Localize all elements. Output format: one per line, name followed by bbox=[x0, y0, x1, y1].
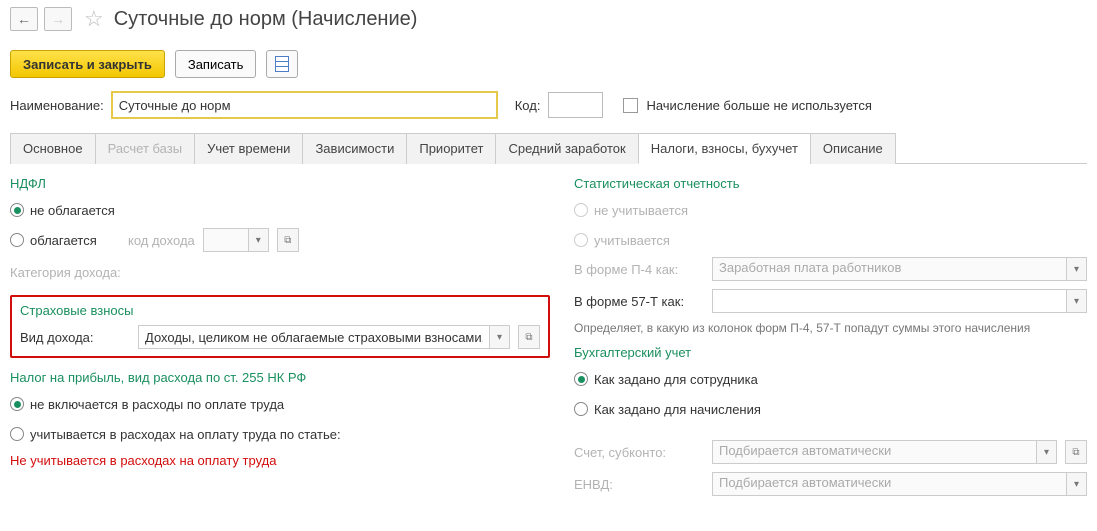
income-kind-field[interactable]: ▾ bbox=[138, 325, 510, 349]
t57-field[interactable]: ▾ bbox=[712, 289, 1087, 313]
tab-3[interactable]: Зависимости bbox=[302, 133, 407, 164]
stats-opt-not-counted: не учитывается bbox=[574, 203, 688, 218]
radio-label: не облагается bbox=[30, 203, 115, 218]
radio-label: учитывается в расходах на оплату труда п… bbox=[30, 427, 341, 442]
tab-2[interactable]: Учет времени bbox=[194, 133, 303, 164]
chevron-down-icon: ▾ bbox=[248, 229, 268, 251]
open-icon: ⧉ bbox=[1066, 441, 1086, 463]
stats-opt-counted: учитывается bbox=[574, 233, 684, 248]
envd-label: ЕНВД: bbox=[574, 477, 704, 492]
profit-tax-title: Налог на прибыль, вид расхода по ст. 255… bbox=[10, 370, 550, 385]
profit-opt2[interactable]: учитывается в расходах на оплату труда п… bbox=[10, 427, 341, 442]
radio-icon bbox=[10, 427, 24, 441]
tab-5[interactable]: Средний заработок bbox=[495, 133, 638, 164]
open-icon: ⧉ bbox=[278, 229, 298, 251]
account-field: Подбирается автоматически ▾ bbox=[712, 440, 1057, 464]
envd-input: Подбирается автоматически bbox=[713, 473, 1066, 495]
ndfl-title: НДФЛ bbox=[10, 176, 550, 191]
tab-4[interactable]: Приоритет bbox=[406, 133, 496, 164]
name-label: Наименование: bbox=[10, 98, 104, 113]
right-column: Статистическая отчетность не учитывается… bbox=[574, 174, 1087, 504]
radio-label: не включается в расходы по оплате труда bbox=[30, 397, 284, 412]
not-used-checkbox[interactable] bbox=[623, 98, 638, 113]
income-code-label: код дохода bbox=[128, 233, 195, 248]
account-open: ⧉ bbox=[1065, 440, 1087, 464]
save-button[interactable]: Записать bbox=[175, 50, 257, 78]
name-code-row: Наименование: Код: Начисление больше не … bbox=[10, 92, 1087, 118]
not-used-label: Начисление больше не используется bbox=[646, 98, 871, 113]
radio-icon bbox=[10, 233, 24, 247]
list-icon bbox=[275, 56, 289, 72]
radio-icon bbox=[574, 402, 588, 416]
t57-label: В форме 57-Т как: bbox=[574, 294, 704, 309]
forward-button[interactable]: → bbox=[44, 7, 72, 31]
income-code-field: ▾ bbox=[203, 228, 269, 252]
t57-input[interactable] bbox=[713, 290, 1066, 312]
topbar: ← → ☆ Суточные до норм (Начисление) bbox=[10, 6, 1087, 32]
ndfl-opt-taxed[interactable]: облагается bbox=[10, 233, 120, 248]
radio-icon bbox=[574, 203, 588, 217]
left-column: НДФЛ не облагается облагается код дохода… bbox=[10, 174, 550, 504]
acct-opt1[interactable]: Как задано для сотрудника bbox=[574, 372, 758, 387]
chevron-down-icon: ▾ bbox=[1036, 441, 1056, 463]
open-icon: ⧉ bbox=[519, 326, 539, 348]
insurance-section: Страховые взносы Вид дохода: ▾ ⧉ bbox=[10, 295, 550, 358]
radio-label: учитывается bbox=[594, 233, 670, 248]
star-icon[interactable]: ☆ bbox=[84, 6, 104, 32]
envd-field: Подбирается автоматически ▾ bbox=[712, 472, 1087, 496]
p4-field: Заработная плата работников ▾ bbox=[712, 257, 1087, 281]
insurance-title: Страховые взносы bbox=[20, 303, 540, 318]
back-button[interactable]: ← bbox=[10, 7, 38, 31]
tab-content: НДФЛ не облагается облагается код дохода… bbox=[10, 164, 1087, 504]
radio-icon bbox=[574, 233, 588, 247]
income-kind-input[interactable] bbox=[139, 326, 489, 348]
chevron-down-icon[interactable]: ▾ bbox=[489, 326, 509, 348]
profit-opt1[interactable]: не включается в расходы по оплате труда bbox=[10, 397, 284, 412]
income-kind-open[interactable]: ⧉ bbox=[518, 325, 540, 349]
p4-value: Заработная плата работников bbox=[713, 258, 1066, 280]
profit-red-note: Не учитывается в расходах на оплату труд… bbox=[10, 453, 550, 468]
save-close-button[interactable]: Записать и закрыть bbox=[10, 50, 165, 78]
acct-opt2[interactable]: Как задано для начисления bbox=[574, 402, 761, 417]
tab-0[interactable]: Основное bbox=[10, 133, 96, 164]
stats-hint: Определяет, в какую из колонок форм П-4,… bbox=[574, 321, 1087, 335]
radio-icon bbox=[574, 372, 588, 386]
income-code-open: ⧉ bbox=[277, 228, 299, 252]
code-label: Код: bbox=[515, 98, 541, 113]
code-input[interactable] bbox=[548, 92, 603, 118]
income-kind-label: Вид дохода: bbox=[20, 330, 130, 345]
radio-label: Как задано для начисления bbox=[594, 402, 761, 417]
tabs: ОсновноеРасчет базыУчет времениЗависимос… bbox=[10, 132, 1087, 164]
radio-label: облагается bbox=[30, 233, 97, 248]
account-input: Подбирается автоматически bbox=[713, 441, 1036, 463]
account-label: Счет, субконто: bbox=[574, 445, 704, 460]
other-actions-button[interactable] bbox=[266, 50, 298, 78]
radio-label: Как задано для сотрудника bbox=[594, 372, 758, 387]
radio-icon bbox=[10, 203, 24, 217]
p4-label: В форме П-4 как: bbox=[574, 262, 704, 277]
category-label: Категория дохода: bbox=[10, 265, 121, 280]
tab-7[interactable]: Описание bbox=[810, 133, 896, 164]
tab-1: Расчет базы bbox=[95, 133, 196, 164]
acct-title: Бухгалтерский учет bbox=[574, 345, 1087, 360]
chevron-down-icon[interactable]: ▾ bbox=[1066, 290, 1086, 312]
page-title: Суточные до норм (Начисление) bbox=[114, 8, 418, 31]
chevron-down-icon: ▾ bbox=[1066, 258, 1086, 280]
chevron-down-icon: ▾ bbox=[1066, 473, 1086, 495]
tab-6[interactable]: Налоги, взносы, бухучет bbox=[638, 133, 811, 164]
toolbar: Записать и закрыть Записать bbox=[10, 50, 1087, 78]
ndfl-opt-not-taxed[interactable]: не облагается bbox=[10, 203, 120, 218]
income-code-input bbox=[204, 229, 248, 251]
name-input[interactable] bbox=[112, 92, 497, 118]
stats-title: Статистическая отчетность bbox=[574, 176, 1087, 191]
radio-icon bbox=[10, 397, 24, 411]
radio-label: не учитывается bbox=[594, 203, 688, 218]
